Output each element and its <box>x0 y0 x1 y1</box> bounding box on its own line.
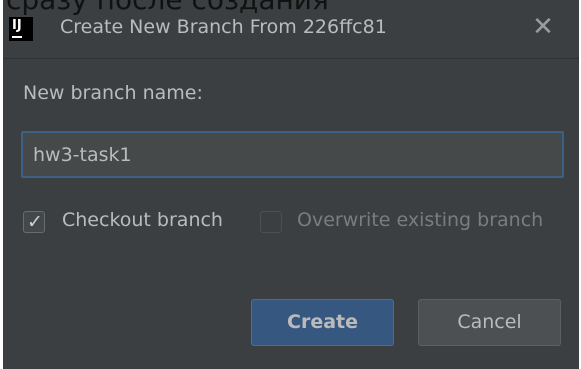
branch-name-input[interactable] <box>21 131 564 178</box>
new-branch-name-label: New branch name: <box>23 82 203 104</box>
create-branch-dialog: IJ Create New Branch From 226ffc81 ✕ New… <box>3 0 579 369</box>
create-button[interactable]: Create <box>251 299 394 346</box>
cancel-button[interactable]: Cancel <box>418 299 561 346</box>
checkout-branch-label[interactable]: Checkout branch <box>62 209 223 231</box>
dialog-title: Create New Branch From 226ffc81 <box>60 16 387 38</box>
overwrite-branch-checkbox[interactable] <box>260 211 282 233</box>
caption-text: сразу после создания <box>6 0 329 16</box>
intellij-app-icon: IJ <box>9 17 33 41</box>
close-icon[interactable]: ✕ <box>530 12 556 42</box>
checkout-branch-checkbox[interactable]: ✓ <box>23 211 45 233</box>
checkmark-icon: ✓ <box>27 211 43 233</box>
overwrite-branch-label[interactable]: Overwrite existing branch <box>297 209 543 231</box>
